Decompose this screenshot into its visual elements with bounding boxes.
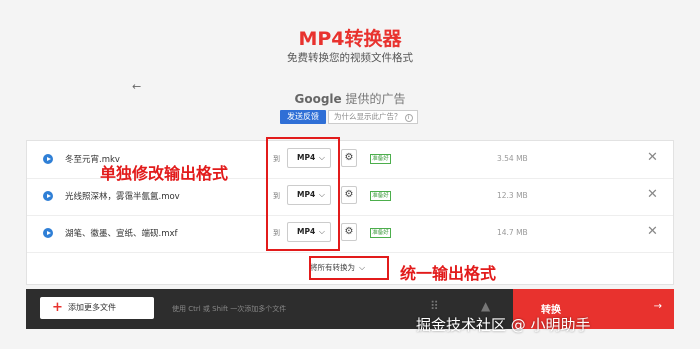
add-more-files-label: 添加更多文件	[68, 303, 116, 312]
why-this-ad-label: 为什么显示此广告？	[334, 112, 402, 121]
status-badge: 准备好	[370, 191, 391, 201]
file-row: 湖笔、徽墨、宣纸、端砚.mxf 到 MP4 ⌵ ⚙ 准备好 14.7 MB ✕	[27, 216, 673, 253]
plus-icon: +	[52, 300, 63, 315]
page-subtitle: 免费转换您的视频文件格式	[287, 52, 413, 64]
info-icon: i	[404, 114, 413, 122]
ad-provider-suffix: 提供的广告	[341, 92, 406, 106]
status-badge: 准备好	[370, 154, 391, 164]
remove-file-close-icon[interactable]: ✕	[647, 224, 658, 239]
file-row: 光线照深林，雾霭半氤氲.mov 到 MP4 ⌵ ⚙ 准备好 12.3 MB ✕	[27, 179, 673, 216]
add-more-files-button[interactable]: + 添加更多文件	[40, 297, 154, 319]
status-badge: 准备好	[370, 228, 391, 238]
annotation-box-individual	[266, 137, 340, 251]
ad-provider: Google 提供的广告	[0, 90, 700, 107]
file-size: 3.54 MB	[497, 154, 528, 163]
watermark: 掘金技术社区 @ 小明助手	[416, 316, 591, 334]
play-icon[interactable]	[43, 228, 53, 238]
play-icon[interactable]	[43, 191, 53, 201]
page-title: MP4转换器	[298, 28, 402, 50]
send-feedback-button[interactable]: 发送反馈	[280, 110, 326, 124]
remove-file-close-icon[interactable]: ✕	[647, 187, 658, 202]
why-this-ad-button[interactable]: 为什么显示此广告？ i	[328, 110, 418, 124]
annotation-individual-format: 单独修改输出格式	[100, 164, 229, 183]
file-name: 光线照深林，雾霭半氤氲.mov	[65, 192, 180, 202]
add-files-hint: 使用 Ctrl 或 Shift 一次添加多个文件	[172, 305, 287, 313]
annotation-unified-format: 统一输出格式	[400, 264, 497, 283]
remove-file-close-icon[interactable]: ✕	[647, 150, 658, 165]
annotation-box-unified	[309, 256, 389, 280]
settings-gear-icon[interactable]: ⚙	[341, 223, 357, 241]
file-size: 12.3 MB	[497, 191, 528, 200]
file-name: 湖笔、徽墨、宣纸、端砚.mxf	[65, 229, 178, 239]
google-drive-icon[interactable]: ▲	[481, 299, 490, 313]
settings-gear-icon[interactable]: ⚙	[341, 186, 357, 204]
arrow-right-icon: →	[653, 301, 662, 312]
play-icon[interactable]	[43, 154, 53, 164]
dropbox-icon[interactable]: ⠿	[430, 299, 439, 313]
google-logo: Google	[294, 92, 342, 106]
settings-gear-icon[interactable]: ⚙	[341, 149, 357, 167]
file-size: 14.7 MB	[497, 228, 528, 237]
